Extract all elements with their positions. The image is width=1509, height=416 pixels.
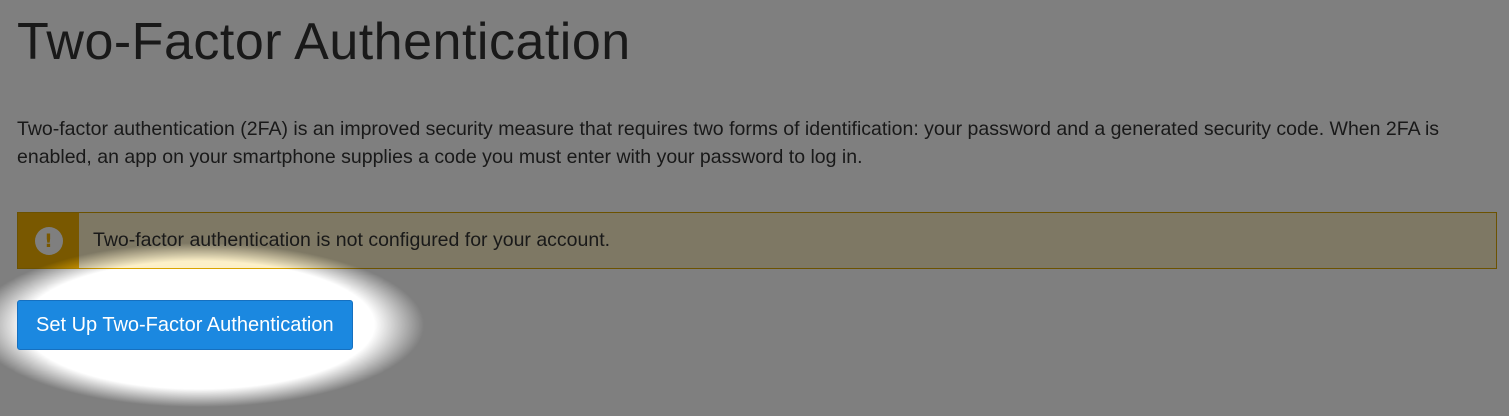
page-title: Two-Factor Authentication bbox=[17, 13, 631, 71]
setup-two-factor-button[interactable]: Set Up Two-Factor Authentication bbox=[17, 300, 353, 350]
setup-action-container: Set Up Two-Factor Authentication bbox=[17, 300, 1497, 350]
two-factor-page: Two-Factor Authentication Two-factor aut… bbox=[0, 0, 1509, 416]
page-description: Two-factor authentication (2FA) is an im… bbox=[17, 118, 1440, 168]
exclamation-icon: ! bbox=[34, 226, 63, 255]
alert-icon-container: ! bbox=[18, 213, 79, 268]
alert-message: Two-factor authentication is not configu… bbox=[93, 229, 611, 251]
warning-alert: ! Two-factor authentication is not confi… bbox=[17, 212, 1497, 269]
